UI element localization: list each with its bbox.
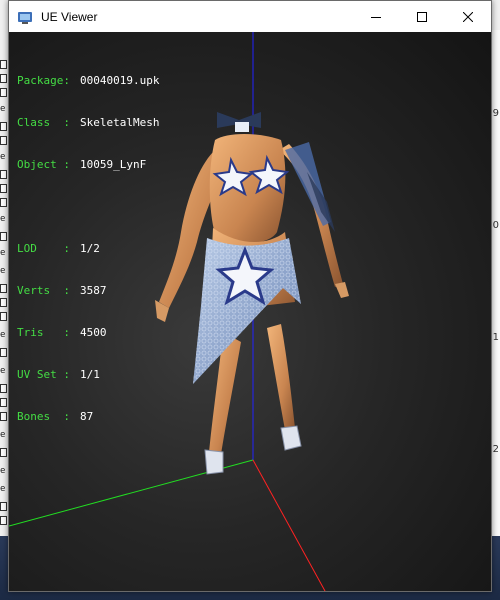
background-glyph: e xyxy=(0,330,6,340)
bones-label: Bones : xyxy=(17,410,70,423)
ue-viewer-window[interactable]: UE Viewer Package: 00040019.upk Class: … xyxy=(8,0,492,592)
background-glyph: e xyxy=(0,248,6,258)
background-checkbox xyxy=(0,284,7,293)
bones-value: 87 xyxy=(80,410,94,423)
character-model xyxy=(155,112,349,475)
background-checkbox xyxy=(0,232,7,241)
lod-label: LOD : xyxy=(17,242,70,255)
background-checkbox xyxy=(0,448,7,457)
app-icon xyxy=(18,11,32,24)
background-checkbox xyxy=(0,198,7,207)
background-checkbox xyxy=(0,298,7,307)
object-value: 10059_LynF xyxy=(80,158,147,171)
tris-value: 4500 xyxy=(80,326,107,339)
window-controls xyxy=(353,1,491,32)
class-value: SkeletalMesh xyxy=(80,116,160,129)
maximize-button[interactable] xyxy=(399,1,445,32)
background-checkbox xyxy=(0,384,7,393)
background-checkbox xyxy=(0,184,7,193)
minimize-icon xyxy=(371,16,381,18)
package-label: Package: xyxy=(17,74,70,87)
minimize-button[interactable] xyxy=(353,1,399,32)
background-checkbox xyxy=(0,122,7,131)
background-glyph: e xyxy=(0,484,6,494)
hud-spacer xyxy=(17,200,159,214)
background-checkbox xyxy=(0,348,7,357)
background-glyph: e xyxy=(0,152,6,162)
background-number: 2 xyxy=(492,444,499,455)
background-number: 9 xyxy=(492,108,499,119)
background-checkbox xyxy=(0,312,7,321)
class-label: Class : xyxy=(17,116,70,129)
background-number: 1 xyxy=(492,332,499,343)
background-checkbox xyxy=(0,88,7,97)
package-value: 00040019.upk xyxy=(80,74,160,87)
3d-viewport[interactable]: Package: 00040019.upk Class : SkeletalMesh… xyxy=(9,32,491,591)
x-axis xyxy=(252,459,326,591)
background-checkbox xyxy=(0,74,7,83)
lod-value: 1/2 xyxy=(80,242,100,255)
background-checkbox xyxy=(0,412,7,421)
background-glyph: e xyxy=(0,366,6,376)
verts-label: Verts : xyxy=(17,284,70,297)
uvset-value: 1/1 xyxy=(80,368,100,381)
object-label: Object : xyxy=(17,158,70,171)
close-icon xyxy=(463,11,473,22)
background-checkbox xyxy=(0,398,7,407)
title-bar[interactable]: UE Viewer xyxy=(9,1,491,32)
window-title: UE Viewer xyxy=(41,9,98,24)
background-glyph: e xyxy=(0,104,6,114)
close-button[interactable] xyxy=(445,1,491,32)
tris-label: Tris : xyxy=(17,326,70,339)
mesh-info-overlay: Package: 00040019.upk Class : SkeletalMesh… xyxy=(17,46,159,452)
background-glyph: e xyxy=(0,214,6,224)
background-checkbox xyxy=(0,170,7,179)
background-glyph: e xyxy=(0,430,6,440)
maximize-icon xyxy=(417,11,427,22)
background-checkbox xyxy=(0,502,7,511)
verts-value: 3587 xyxy=(80,284,107,297)
background-number: 0 xyxy=(492,220,499,231)
background-glyph: e xyxy=(0,466,6,476)
uvset-label: UV Set : xyxy=(17,368,70,381)
background-glyph: e xyxy=(0,266,6,276)
background-checkbox xyxy=(0,516,7,525)
background-checkbox xyxy=(0,136,7,145)
background-checkbox xyxy=(0,60,7,69)
